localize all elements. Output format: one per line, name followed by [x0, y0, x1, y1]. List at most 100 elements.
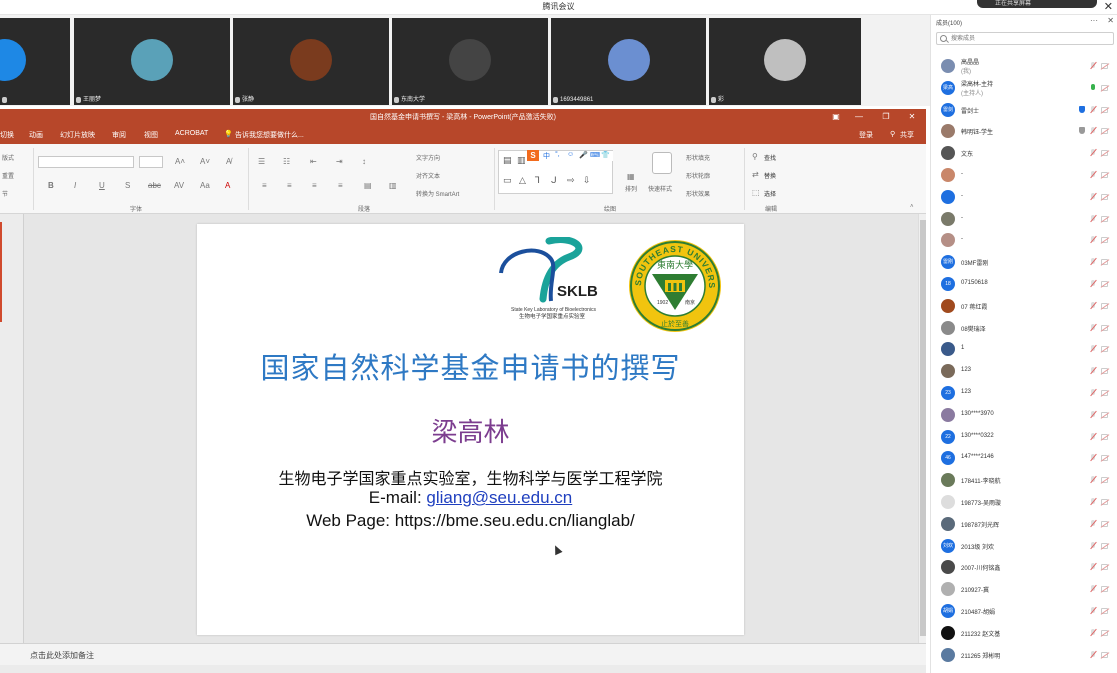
- mic-muted-icon[interactable]: [1090, 585, 1096, 593]
- shape-effects-button[interactable]: 形状效果: [686, 189, 710, 198]
- member-row[interactable]: 46 147****2146: [931, 447, 1114, 469]
- camera-off-icon[interactable]: [1101, 412, 1108, 418]
- mic-muted-icon[interactable]: [1090, 215, 1096, 223]
- tab-view[interactable]: 视图: [144, 130, 158, 140]
- member-row[interactable]: 08樊瑞泽: [931, 317, 1114, 339]
- align-center-icon[interactable]: ≡: [287, 181, 292, 190]
- mic-muted-icon[interactable]: [1090, 607, 1096, 615]
- mic-muted-icon[interactable]: [1090, 280, 1096, 288]
- member-row[interactable]: 1: [931, 338, 1114, 360]
- camera-off-icon[interactable]: [1101, 586, 1108, 592]
- tab-transitions[interactable]: 切换: [0, 130, 14, 140]
- member-row[interactable]: 文东: [931, 142, 1114, 164]
- camera-off-icon[interactable]: [1101, 477, 1108, 483]
- close-icon[interactable]: ✕: [1104, 0, 1113, 13]
- member-row[interactable]: 23 123: [931, 382, 1114, 404]
- close-window-icon[interactable]: ✕: [906, 111, 918, 123]
- quick-styles-icon[interactable]: [652, 152, 672, 174]
- camera-off-icon[interactable]: [1101, 150, 1108, 156]
- video-tile[interactable]: 张静: [233, 18, 389, 105]
- slide-author[interactable]: 梁高林: [197, 412, 744, 449]
- section-button[interactable]: 节: [2, 189, 8, 198]
- quick-styles-button[interactable]: 快速样式: [648, 184, 672, 193]
- camera-off-icon[interactable]: [1101, 368, 1108, 374]
- columns-icon[interactable]: ▥: [389, 181, 397, 190]
- tab-acrobat[interactable]: ACROBAT: [175, 130, 208, 137]
- mic-muted-icon[interactable]: [1090, 454, 1096, 462]
- numbering-icon[interactable]: ☷: [283, 157, 290, 166]
- member-row[interactable]: 123: [931, 360, 1114, 382]
- camera-off-icon[interactable]: [1101, 346, 1108, 352]
- shapes-gallery[interactable]: S 中 °, ☺ 🎤 ⌨ 👕 ▤ ▥ ▭ △ ⅂ ᒍ ⇨ ⇩: [498, 150, 613, 194]
- ribbon-display-options-icon[interactable]: ▣: [830, 111, 842, 123]
- camera-off-icon[interactable]: [1101, 521, 1108, 527]
- distributed-icon[interactable]: ▤: [364, 181, 372, 190]
- replace-button[interactable]: 替换: [764, 171, 776, 180]
- curved-connector-icon[interactable]: ᒍ: [551, 175, 557, 186]
- punctuation-icon[interactable]: °,: [555, 151, 560, 158]
- font-family-input[interactable]: [38, 156, 134, 168]
- reset-button[interactable]: 重置: [2, 171, 14, 180]
- arrange-button[interactable]: 排列: [625, 184, 637, 193]
- thumbnail-pane[interactable]: [0, 214, 24, 643]
- tab-review[interactable]: 审阅: [112, 130, 126, 140]
- camera-off-icon[interactable]: [1101, 259, 1108, 265]
- strikethrough-button[interactable]: abc: [148, 181, 161, 190]
- member-row[interactable]: 07 蒋红霞: [931, 295, 1114, 317]
- member-row[interactable]: 高晶晶 (我): [931, 55, 1114, 77]
- italic-button[interactable]: I: [74, 181, 76, 190]
- mic-muted-icon[interactable]: [1090, 149, 1096, 157]
- align-left-icon[interactable]: ≡: [262, 181, 267, 190]
- member-row[interactable]: 198787刘光辉: [931, 513, 1114, 535]
- mic-muted-icon[interactable]: [1090, 542, 1096, 550]
- mic-muted-icon[interactable]: [1090, 498, 1096, 506]
- mic-muted-icon[interactable]: [1090, 62, 1096, 70]
- shape-fill-button[interactable]: 形状填充: [686, 153, 710, 162]
- camera-off-icon[interactable]: [1101, 128, 1108, 134]
- mic-muted-icon[interactable]: [1090, 324, 1096, 332]
- arrange-icon[interactable]: ▦: [627, 172, 635, 181]
- camera-off-icon[interactable]: [1101, 63, 1108, 69]
- mic-muted-icon[interactable]: [1090, 629, 1096, 637]
- voice-icon[interactable]: 🎤: [579, 151, 588, 159]
- maximize-icon[interactable]: ❐: [880, 111, 892, 123]
- increase-font-icon[interactable]: A˄: [175, 157, 185, 166]
- mic-muted-icon[interactable]: [1090, 236, 1096, 244]
- member-row[interactable]: 210927-冀: [931, 578, 1114, 600]
- member-row[interactable]: 130****3970: [931, 404, 1114, 426]
- rectangle-shape-icon[interactable]: ▭: [503, 175, 512, 186]
- video-tile[interactable]: 东南大学: [392, 18, 548, 105]
- shape-outline-button[interactable]: 形状轮廓: [686, 171, 710, 180]
- share-button[interactable]: 共享: [900, 130, 914, 140]
- member-row[interactable]: 梁高林梁高林-主持 (主持人): [931, 77, 1114, 99]
- mic-muted-icon[interactable]: [1090, 193, 1096, 201]
- slide-webpage-line[interactable]: Web Page: https://bme.seu.edu.cn/liangla…: [197, 511, 744, 531]
- layout-button[interactable]: 版式: [2, 153, 14, 162]
- video-tile[interactable]: 王丽梦: [74, 18, 230, 105]
- mic-muted-icon[interactable]: [1090, 651, 1096, 659]
- member-row[interactable]: -: [931, 186, 1114, 208]
- char-spacing-button[interactable]: AV: [174, 181, 184, 190]
- replace-icon[interactable]: ⇄: [752, 170, 759, 179]
- triangle-shape-icon[interactable]: △: [519, 175, 526, 186]
- camera-off-icon[interactable]: [1101, 543, 1108, 549]
- justify-icon[interactable]: ≡: [338, 181, 343, 190]
- mic-muted-icon[interactable]: [1090, 433, 1096, 441]
- camera-off-icon[interactable]: [1101, 608, 1108, 614]
- mic-muted-icon[interactable]: [1090, 520, 1096, 528]
- align-right-icon[interactable]: ≡: [312, 181, 317, 190]
- camera-off-icon[interactable]: [1101, 390, 1108, 396]
- mic-muted-icon[interactable]: [1090, 476, 1096, 484]
- keyboard-icon[interactable]: ⌨: [590, 151, 600, 159]
- mic-muted-icon[interactable]: [1090, 345, 1096, 353]
- mic-muted-icon[interactable]: [1090, 127, 1096, 135]
- arrow-shape-icon[interactable]: ⇨: [567, 175, 575, 186]
- chinese-mode-icon[interactable]: 中: [543, 151, 550, 161]
- mic-muted-icon[interactable]: [1090, 367, 1096, 375]
- minimize-icon[interactable]: —: [853, 111, 865, 123]
- select-icon[interactable]: ⬚: [752, 188, 760, 197]
- slide-title[interactable]: 国家自然科学基金申请书的撰写: [197, 345, 744, 387]
- decrease-indent-icon[interactable]: ⇤: [310, 157, 317, 166]
- member-row[interactable]: 雷剑 雷剑士: [931, 99, 1114, 121]
- mic-muted-icon[interactable]: [1090, 106, 1096, 114]
